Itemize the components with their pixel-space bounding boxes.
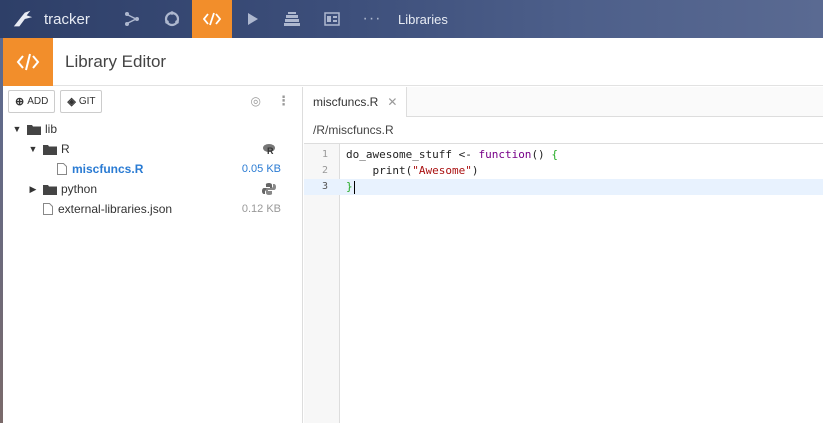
tree-item-label: python (61, 182, 98, 196)
tree-item-miscfuncs[interactable]: miscfuncs.R 0.05 KB (3, 159, 302, 179)
tree-item-label: miscfuncs.R (72, 162, 144, 176)
git-icon: ◈ (67, 95, 76, 108)
text-cursor (353, 180, 355, 194)
sidebar-toolbar: ⊕ ADD ◈ GIT ◎ ⋮ (3, 87, 302, 115)
dashboard-nav-icon[interactable] (312, 0, 352, 38)
tree-item-external-libraries[interactable]: external-libraries.json 0.12 KB (3, 199, 302, 219)
add-button-label: ADD (27, 95, 49, 107)
line-number: 2 (321, 165, 328, 176)
git-button-label: GIT (78, 95, 96, 107)
file-tree: ▼ lib ▼ R R miscfuncs.R 0.05 KB ▶ python… (3, 119, 302, 219)
code-token: print( (346, 164, 413, 177)
caret-down-icon[interactable]: ▼ (11, 124, 23, 134)
sidebar-actions: ◎ ⋮ (251, 93, 290, 109)
code-line[interactable]: 1 do_awesome_stuff <- function() { (304, 147, 823, 163)
file-icon (57, 163, 67, 175)
page-title: Library Editor (65, 51, 167, 71)
editor-tabs: miscfuncs.R ✕ (304, 87, 823, 117)
code-editor-panel: miscfuncs.R ✕ /R/miscfuncs.R 1 do_awesom… (304, 87, 823, 423)
r-language-icon: R (263, 144, 275, 156)
add-button[interactable]: ⊕ ADD (8, 89, 56, 113)
target-icon[interactable]: ◎ (251, 94, 261, 108)
code-line-active[interactable]: 3 } (304, 179, 823, 195)
folder-icon (43, 144, 57, 155)
top-nav: tracker ··· Libraries (0, 0, 823, 38)
caret-down-icon[interactable]: ▼ (27, 144, 39, 154)
code-bracket: } (346, 180, 353, 193)
plus-circle-icon: ⊕ (15, 95, 25, 108)
caret-right-icon[interactable]: ▶ (27, 184, 39, 195)
code-string: "Awesome" (412, 164, 472, 177)
file-sidebar: ⊕ ADD ◈ GIT ◎ ⋮ ▼ lib ▼ R R miscfuncs.R … (3, 87, 303, 423)
line-text: } (346, 179, 355, 195)
project-home-link[interactable]: tracker (0, 0, 112, 38)
code-token: ) (471, 164, 479, 177)
run-nav-icon[interactable] (232, 0, 272, 38)
file-icon (43, 203, 53, 215)
project-name: tracker (44, 10, 90, 28)
code-line[interactable]: 2 print("Awesome") (304, 163, 823, 179)
line-number: 1 (321, 149, 328, 160)
lab-nav-icon[interactable] (152, 0, 192, 38)
page-header: Library Editor (3, 37, 823, 86)
tree-item-label: R (61, 142, 70, 156)
line-number: 3 (321, 181, 328, 192)
close-icon[interactable]: ✕ (387, 95, 397, 109)
tab-label: miscfuncs.R (313, 95, 379, 109)
git-button[interactable]: ◈ GIT (60, 89, 103, 113)
dataiku-bird-icon (13, 10, 33, 27)
folder-icon (27, 124, 41, 135)
tree-item-lib[interactable]: ▼ lib (3, 119, 302, 139)
tree-item-label: lib (45, 122, 58, 136)
tab-miscfuncs[interactable]: miscfuncs.R ✕ (304, 87, 408, 117)
tree-item-r[interactable]: ▼ R R (3, 139, 302, 159)
code-token: do_awesome_stuff <- (346, 148, 479, 161)
code-keyword: function (478, 148, 532, 161)
code-nav-icon[interactable] (192, 0, 232, 38)
svg-text:R: R (267, 146, 274, 156)
file-size: 0.12 KB (241, 203, 281, 215)
tree-item-python[interactable]: ▶ python (3, 179, 302, 199)
code-icon (3, 37, 53, 86)
kebab-menu-icon[interactable]: ⋮ (277, 93, 290, 109)
code-bracket: { (551, 148, 558, 161)
code-area[interactable]: 1 do_awesome_stuff <- function() { 2 pri… (304, 144, 823, 423)
deploy-nav-icon[interactable] (272, 0, 312, 38)
tree-item-label: external-libraries.json (58, 202, 173, 216)
file-size: 0.05 KB (241, 163, 281, 175)
python-icon (262, 183, 276, 195)
file-path: /R/miscfuncs.R (304, 117, 823, 144)
flow-nav-icon[interactable] (112, 0, 152, 38)
code-token: () (531, 148, 552, 161)
line-text: do_awesome_stuff <- function() { (346, 147, 558, 163)
line-text: print("Awesome") (346, 163, 478, 179)
folder-icon (43, 184, 57, 195)
current-section-label: Libraries (398, 11, 448, 27)
more-nav-icon[interactable]: ··· (352, 10, 392, 28)
